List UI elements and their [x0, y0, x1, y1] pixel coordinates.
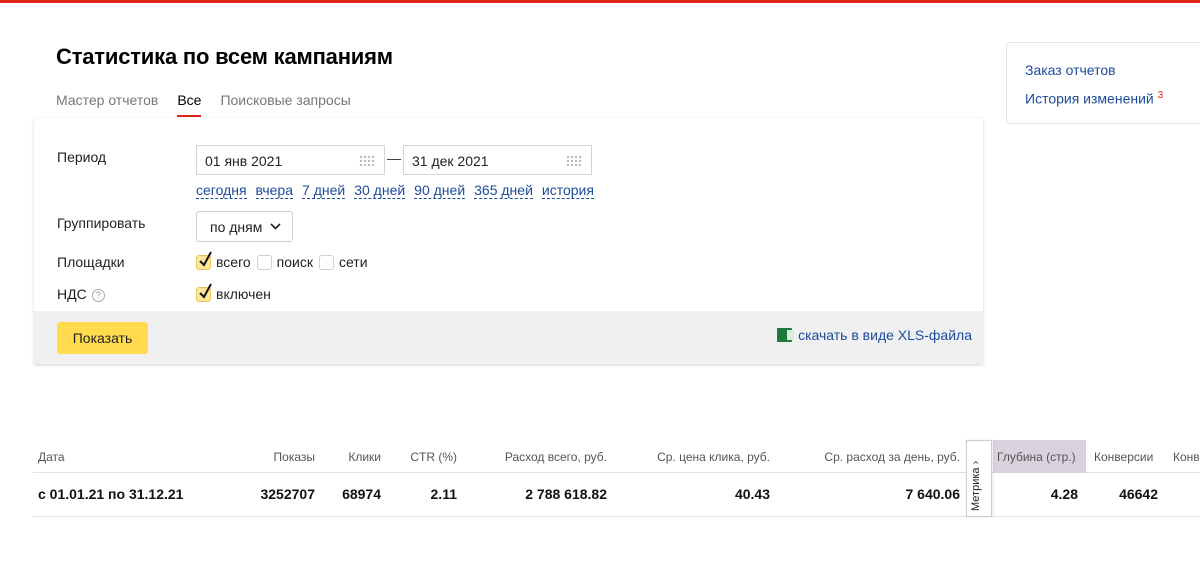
period-history-link[interactable]: история — [541, 183, 594, 199]
calendar-icon[interactable] — [359, 155, 375, 166]
order-reports-link[interactable]: Заказ отчетов — [1025, 62, 1116, 78]
metrika-label: Метрика — [970, 467, 982, 511]
side-panel: Заказ отчетов История изменений 3 — [1006, 42, 1200, 124]
tab-search-queries[interactable]: Поисковые запросы — [220, 92, 350, 117]
platform-search-checkbox[interactable] — [256, 254, 272, 270]
vat-included-label: включен — [216, 286, 271, 302]
platform-all-label: всего — [216, 254, 251, 270]
excel-icon — [777, 328, 795, 342]
change-history-badge: 3 — [1157, 90, 1164, 101]
col-spend-header[interactable]: Расход всего, руб. — [505, 450, 607, 464]
col-clicks-header[interactable]: Клики — [348, 450, 381, 464]
table-row: с 01.01.21 по 31.12.21 3252707 68974 2.1… — [33, 473, 1200, 517]
platforms-checkboxes: всего поиск сети — [196, 251, 374, 270]
form-footer: Показать скачать в виде XLS-файла — [34, 311, 983, 364]
change-history-link[interactable]: История изменений 3 — [1025, 90, 1163, 107]
tab-all[interactable]: Все — [177, 92, 202, 117]
metrika-label-wrap: Метрика › — [970, 461, 982, 511]
date-from-input[interactable]: 01 янв 2021 — [196, 145, 385, 175]
col-cpc-header[interactable]: Ср. цена клика, руб. — [657, 450, 770, 464]
platform-networks-checkbox[interactable] — [318, 254, 334, 270]
group-by-select[interactable]: по дням — [196, 211, 293, 242]
col-impressions-header[interactable]: Показы — [274, 450, 315, 464]
report-tabs: Мастер отчетов Все Поисковые запросы — [56, 92, 351, 117]
platform-networks-label: сети — [338, 254, 368, 270]
cell-spend: 2 788 618.82 — [525, 486, 607, 502]
cell-daily-spend: 7 640.06 — [905, 486, 961, 502]
platform-all-checkbox[interactable] — [196, 251, 212, 270]
cell-impressions: 3252707 — [260, 486, 315, 502]
date-separator: — — [387, 150, 401, 166]
period-7-days-link[interactable]: 7 дней — [302, 183, 346, 199]
vat-label: НДС — [57, 286, 87, 302]
platforms-label: Площадки — [57, 254, 125, 270]
period-90-days-link[interactable]: 90 дней — [414, 183, 466, 199]
metrika-arrow-icon: › — [970, 460, 982, 465]
col-daily-spend-header[interactable]: Ср. расход за день, руб. — [824, 450, 960, 464]
group-by-value: по дням — [210, 219, 263, 235]
top-accent-line — [0, 0, 1200, 3]
checkmark-icon — [199, 283, 212, 299]
date-to-input[interactable]: 31 дек 2021 — [403, 145, 592, 175]
period-365-days-link[interactable]: 365 дней — [474, 183, 533, 199]
metrika-toggle-tab[interactable]: Метрика › — [966, 440, 992, 517]
page-title: Статистика по всем кампаниям — [56, 44, 393, 69]
table-header-row: Дата Показы Клики CTR (%) Расход всего, … — [33, 440, 1200, 473]
show-button[interactable]: Показать — [57, 322, 148, 354]
calendar-icon[interactable] — [566, 155, 582, 166]
help-icon[interactable]: ? — [91, 289, 105, 302]
report-settings-form: Период 01 янв 2021 — 31 дек 2021 сегодня… — [34, 118, 983, 364]
period-label: Период — [57, 149, 107, 165]
cell-depth: 4.28 — [1050, 486, 1078, 502]
date-from-value: 01 янв 2021 — [205, 153, 283, 169]
download-xls-label: скачать в виде XLS-файла — [798, 327, 972, 343]
download-xls-link[interactable]: скачать в виде XLS-файла — [777, 327, 972, 343]
cell-date: с 01.01.21 по 31.12.21 — [38, 486, 184, 502]
cell-clicks: 68974 — [342, 486, 381, 502]
period-30-days-link[interactable]: 30 дней — [354, 183, 406, 199]
cell-conversions: 46642 — [1119, 486, 1158, 502]
tab-report-master[interactable]: Мастер отчетов — [56, 92, 158, 117]
cell-cpc: 40.43 — [734, 486, 770, 502]
col-depth-header[interactable]: Глубина (стр.) — [997, 450, 1076, 464]
checkmark-icon — [199, 251, 212, 267]
period-today-link[interactable]: сегодня — [196, 183, 247, 199]
group-label: Группировать — [57, 215, 146, 231]
change-history-label: История изменений — [1025, 90, 1154, 107]
col-ctr-header[interactable]: CTR (%) — [410, 450, 457, 464]
vat-included-checkbox[interactable] — [196, 283, 212, 302]
cell-ctr: 2.11 — [430, 486, 457, 502]
date-to-value: 31 дек 2021 — [412, 153, 489, 169]
col-conversions-header[interactable]: Конверсии — [1094, 450, 1153, 464]
col-date-header[interactable]: Дата — [38, 450, 65, 464]
quick-period-links: сегодня вчера 7 дней 30 дней 90 дней 365… — [196, 183, 594, 199]
period-yesterday-link[interactable]: вчера — [255, 183, 294, 199]
col-extra-header[interactable]: Конв — [1173, 450, 1200, 464]
vat-checkbox-row: включен — [196, 283, 277, 302]
chevron-down-icon — [270, 223, 281, 230]
platform-search-label: поиск — [276, 254, 313, 270]
vat-label-group: НДС? — [57, 286, 105, 302]
